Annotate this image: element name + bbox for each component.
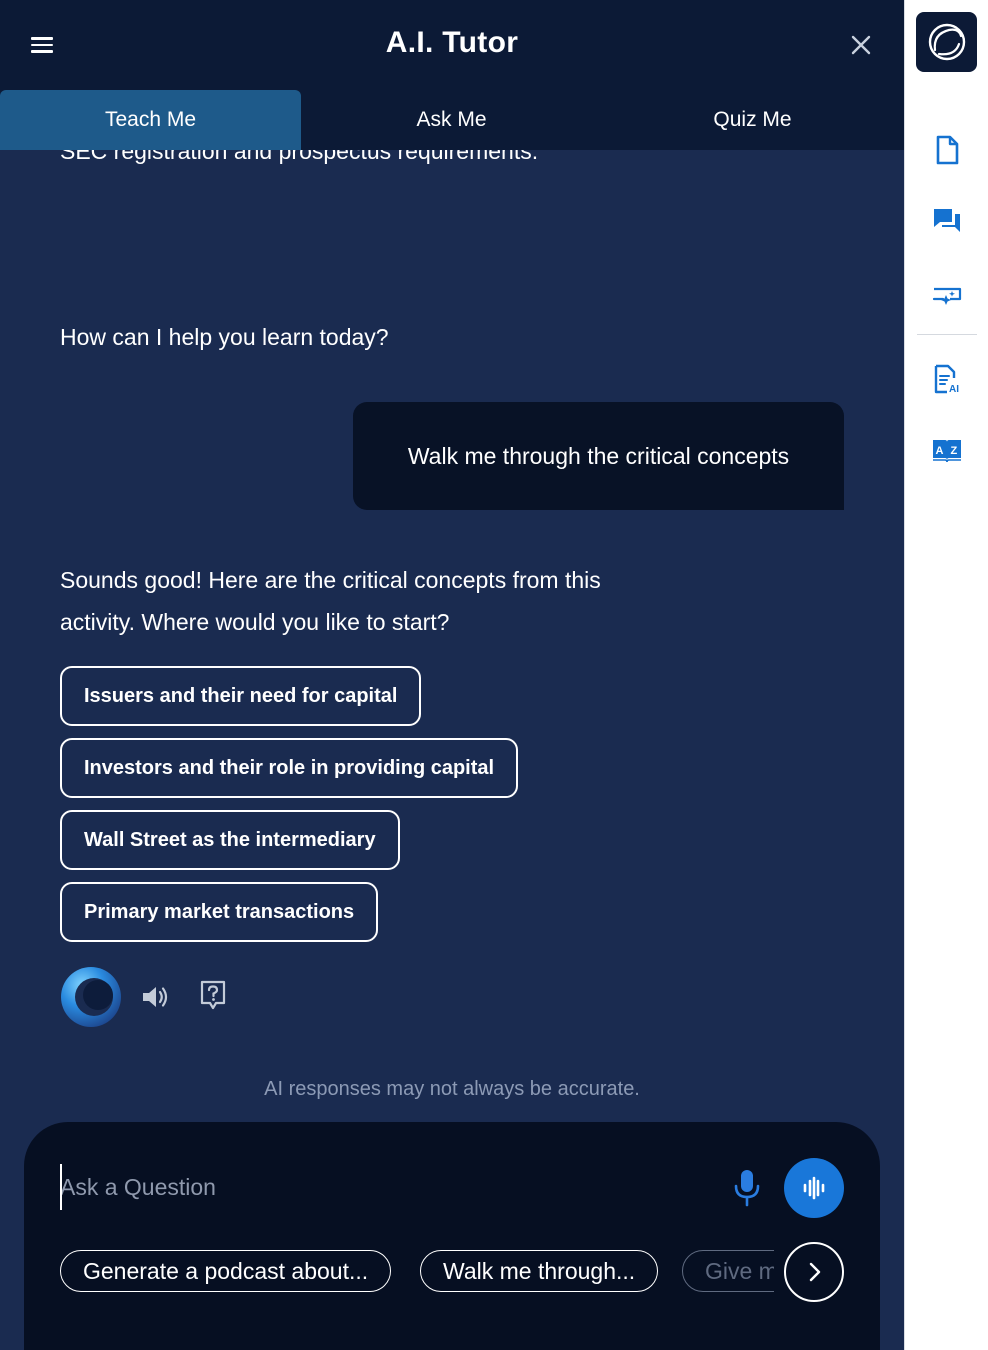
next-suggestions-button[interactable] <box>784 1242 844 1302</box>
reply-message-line-1: Sounds good! Here are the critical conce… <box>60 567 601 593</box>
orbit-logo-icon <box>928 23 965 61</box>
speaker-icon <box>143 987 168 1007</box>
text-cursor <box>60 1164 62 1210</box>
rail-document-button[interactable] <box>927 130 967 170</box>
chat-icon <box>934 209 960 232</box>
ai-tutor-panel: A.I. Tutor Teach Me Ask Me Quiz Me SEC r… <box>0 0 904 1350</box>
side-rail: AI A Z <box>904 0 988 1350</box>
app-logo-button[interactable] <box>916 12 977 72</box>
screen-sparkle-icon <box>932 287 962 305</box>
rail-glossary-button[interactable]: A Z <box>927 430 967 470</box>
disclaimer-text: AI responses may not always be accurate. <box>264 1078 640 1100</box>
suggestion-strip: Generate a podcast about... Walk me thro… <box>60 1250 774 1294</box>
document-icon <box>936 135 959 165</box>
rail-screen-button[interactable] <box>927 275 967 315</box>
rail-chat-button[interactable] <box>927 201 967 241</box>
suggestion-podcast[interactable]: Generate a podcast about... <box>60 1250 392 1292</box>
page-title: A.I. Tutor <box>385 26 519 59</box>
help-icon <box>200 980 226 1010</box>
svg-text:AI: AI <box>949 384 959 394</box>
previous-message-text: SEC registration and prospectus requirem… <box>60 150 539 164</box>
concept-option-wall-street[interactable]: Wall Street as the intermediary <box>60 810 400 870</box>
tab-bar: Teach Me Ask Me Quiz Me <box>0 90 904 150</box>
read-aloud-button[interactable] <box>138 980 172 1014</box>
rail-divider <box>917 334 977 335</box>
user-message-text: Walk me through the critical concepts <box>407 442 790 469</box>
voice-wave-icon <box>803 1176 825 1200</box>
concept-option-investors[interactable]: Investors and their role in providing ca… <box>60 738 519 798</box>
tab-quiz-me[interactable]: Quiz Me <box>602 90 903 150</box>
ai-document-icon: AI <box>934 364 959 394</box>
tutor-avatar <box>60 966 122 1028</box>
tutor-logo-icon <box>61 967 121 1027</box>
svg-text:A: A <box>936 445 944 457</box>
user-message-bubble: Walk me through the critical concepts <box>353 402 844 510</box>
explain-button[interactable] <box>196 978 230 1012</box>
tab-teach-me[interactable]: Teach Me <box>0 90 301 150</box>
tab-ask-me[interactable]: Ask Me <box>301 90 602 150</box>
reply-message-line-2: activity. Where would you like to start? <box>60 609 450 635</box>
rail-ai-document-button[interactable]: AI <box>927 359 967 399</box>
close-button[interactable] <box>846 30 876 60</box>
voice-mode-button[interactable] <box>784 1158 844 1218</box>
question-input[interactable] <box>60 1162 720 1212</box>
suggestion-give-me[interactable]: Give m <box>682 1250 774 1292</box>
concept-option-primary-market[interactable]: Primary market transactions <box>60 882 379 942</box>
chevron-right-icon <box>809 1262 821 1282</box>
microphone-button[interactable] <box>730 1168 764 1208</box>
close-icon <box>851 35 871 55</box>
composer: Generate a podcast about... Walk me thro… <box>24 1122 880 1350</box>
glossary-icon: A Z <box>933 440 961 463</box>
microphone-icon <box>734 1170 760 1207</box>
question-input-wrap[interactable] <box>60 1162 720 1212</box>
chat-area[interactable]: SEC registration and prospectus requirem… <box>0 150 904 1122</box>
concept-option-issuers[interactable]: Issuers and their need for capital <box>60 666 422 726</box>
svg-text:Z: Z <box>951 445 958 457</box>
greeting-message: How can I help you learn today? <box>60 324 389 350</box>
header: A.I. Tutor <box>0 0 904 90</box>
suggestion-walk-me-through[interactable]: Walk me through... <box>420 1250 659 1292</box>
